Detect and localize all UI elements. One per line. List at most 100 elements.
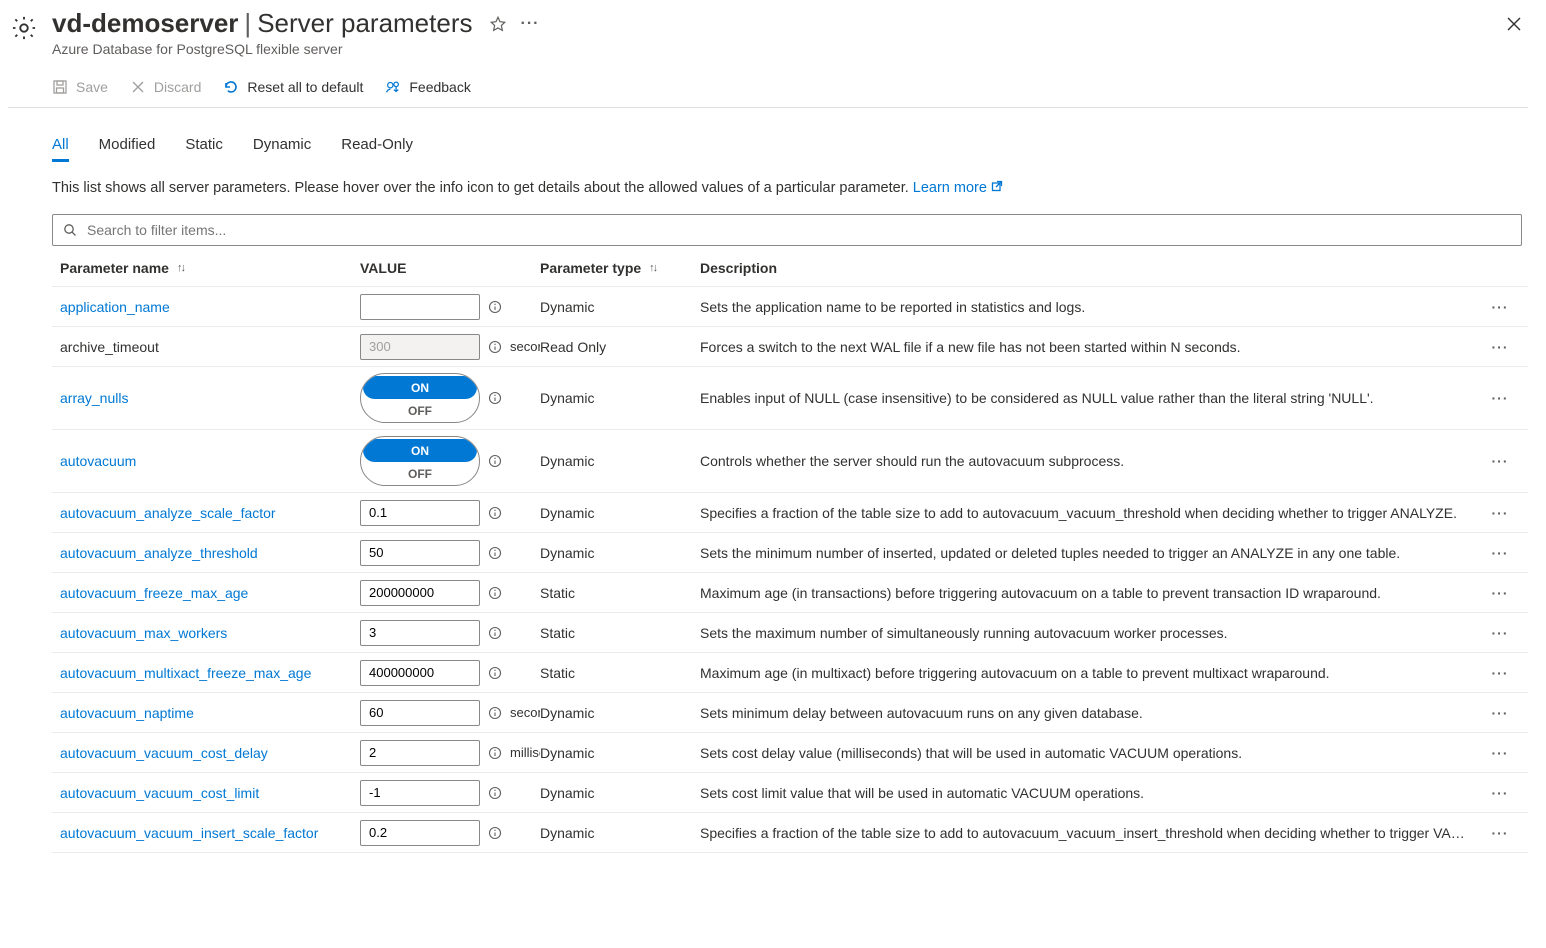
save-icon — [52, 79, 68, 95]
row-more-icon[interactable]: ··· — [1480, 339, 1520, 355]
reset-all-button[interactable]: Reset all to default — [223, 79, 363, 95]
table-row: autovacuum_vacuum_cost_limitDynamicSets … — [52, 773, 1528, 813]
param-name-link[interactable]: autovacuum_vacuum_insert_scale_factor — [60, 825, 360, 841]
value-input[interactable] — [360, 740, 480, 766]
tab-modified[interactable]: Modified — [99, 136, 156, 162]
info-icon[interactable] — [488, 706, 502, 720]
info-icon[interactable] — [488, 454, 502, 468]
close-icon[interactable] — [1500, 10, 1528, 38]
table-row: autovacuum_naptimesecondsDynamicSets min… — [52, 693, 1528, 733]
info-icon[interactable] — [488, 826, 502, 840]
param-type: Dynamic — [540, 825, 700, 841]
info-icon[interactable] — [488, 626, 502, 640]
value-input[interactable] — [360, 620, 480, 646]
value-input[interactable] — [360, 500, 480, 526]
row-more-icon[interactable]: ··· — [1480, 825, 1520, 841]
param-name-link[interactable]: autovacuum_freeze_max_age — [60, 585, 360, 601]
param-name-link[interactable]: array_nulls — [60, 390, 360, 406]
table-row: autovacuumONOFF DynamicControls whether t… — [52, 430, 1528, 493]
discard-button[interactable]: Discard — [130, 79, 201, 95]
param-description: Sets the minimum number of inserted, upd… — [700, 545, 1480, 561]
tabs: All Modified Static Dynamic Read-Only — [52, 108, 1528, 172]
more-header-icon[interactable]: ··· — [521, 15, 540, 33]
param-name-link[interactable]: autovacuum_vacuum_cost_delay — [60, 745, 360, 761]
tab-all[interactable]: All — [52, 136, 69, 162]
row-more-icon[interactable]: ··· — [1480, 505, 1520, 521]
favorite-star-icon[interactable] — [489, 15, 507, 33]
param-type: Dynamic — [540, 299, 700, 315]
learn-more-link[interactable]: Learn more — [913, 180, 1003, 196]
save-button[interactable]: Save — [52, 79, 108, 95]
info-icon[interactable] — [488, 340, 502, 354]
value-input[interactable] — [360, 294, 480, 320]
table-row: autovacuum_max_workersStaticSets the max… — [52, 613, 1528, 653]
row-more-icon[interactable]: ··· — [1480, 625, 1520, 641]
param-name-link[interactable]: autovacuum_max_workers — [60, 625, 360, 641]
sort-icon: ↑↓ — [649, 262, 656, 274]
row-more-icon[interactable]: ··· — [1480, 665, 1520, 681]
value-input[interactable] — [360, 540, 480, 566]
param-description: Controls whether the server should run t… — [700, 453, 1480, 469]
value-input[interactable] — [360, 780, 480, 806]
row-more-icon[interactable]: ··· — [1480, 390, 1520, 406]
param-name-link[interactable]: autovacuum_multixact_freeze_max_age — [60, 665, 360, 681]
table-row: autovacuum_vacuum_insert_scale_factor Dyn… — [52, 813, 1528, 853]
row-more-icon[interactable]: ··· — [1480, 745, 1520, 761]
sort-icon: ↑↓ — [177, 262, 184, 274]
row-more-icon[interactable]: ··· — [1480, 585, 1520, 601]
row-more-icon[interactable]: ··· — [1480, 453, 1520, 469]
discard-icon — [130, 79, 146, 95]
param-type: Read Only — [540, 339, 700, 355]
value-cell: milliseconds — [360, 740, 540, 766]
search-icon — [63, 223, 77, 237]
row-more-icon[interactable]: ··· — [1480, 299, 1520, 315]
param-type: Dynamic — [540, 453, 700, 469]
value-input[interactable] — [360, 820, 480, 846]
info-icon[interactable] — [488, 786, 502, 800]
feedback-button[interactable]: Feedback — [385, 79, 470, 95]
table-row: archive_timeoutsecondsRead OnlyForces a … — [52, 327, 1528, 367]
search-box[interactable] — [52, 214, 1522, 246]
info-icon[interactable] — [488, 586, 502, 600]
param-name-link[interactable]: application_name — [60, 299, 360, 315]
tab-readonly[interactable]: Read-Only — [341, 136, 413, 162]
help-text: This list shows all server parameters. P… — [52, 172, 1528, 214]
info-icon[interactable] — [488, 300, 502, 314]
table-row: array_nullsONOFFDynamicEnables input of … — [52, 367, 1528, 430]
param-description: Maximum age (in transactions) before tri… — [700, 585, 1480, 601]
tab-static[interactable]: Static — [185, 136, 223, 162]
value-input[interactable] — [360, 660, 480, 686]
param-name-link[interactable]: autovacuum_vacuum_cost_limit — [60, 785, 360, 801]
search-input[interactable] — [85, 221, 1511, 239]
parameters-table: Parameter name↑↓ VALUE Parameter type↑↓ … — [52, 250, 1528, 853]
value-input[interactable] — [360, 580, 480, 606]
row-more-icon[interactable]: ··· — [1480, 785, 1520, 801]
info-icon[interactable] — [488, 391, 502, 405]
info-icon[interactable] — [488, 506, 502, 520]
gear-icon — [10, 14, 38, 42]
subtitle: Azure Database for PostgreSQL flexible s… — [52, 41, 1528, 57]
param-name-link[interactable]: autovacuum_naptime — [60, 705, 360, 721]
tab-dynamic[interactable]: Dynamic — [253, 136, 311, 162]
value-cell: seconds — [360, 334, 540, 360]
param-name-link[interactable]: autovacuum_analyze_scale_factor — [60, 505, 360, 521]
page-name: Server parameters — [257, 8, 472, 38]
param-description: Sets the application name to be reported… — [700, 299, 1480, 315]
info-icon[interactable] — [488, 666, 502, 680]
col-value: VALUE — [360, 260, 540, 276]
row-more-icon[interactable]: ··· — [1480, 545, 1520, 561]
param-name-link[interactable]: autovacuum_analyze_threshold — [60, 545, 360, 561]
value-cell: ONOFF — [360, 373, 540, 423]
row-more-icon[interactable]: ··· — [1480, 705, 1520, 721]
param-name-link[interactable]: autovacuum — [60, 453, 360, 469]
info-icon[interactable] — [488, 746, 502, 760]
unit-label: seconds — [510, 705, 540, 720]
param-type: Static — [540, 625, 700, 641]
toggle-switch[interactable]: ONOFF — [360, 436, 480, 486]
col-type[interactable]: Parameter type↑↓ — [540, 260, 700, 276]
param-description: Specifies a fraction of the table size t… — [700, 505, 1480, 521]
value-input[interactable] — [360, 700, 480, 726]
info-icon[interactable] — [488, 546, 502, 560]
toggle-switch[interactable]: ONOFF — [360, 373, 480, 423]
col-name[interactable]: Parameter name↑↓ — [60, 260, 360, 276]
